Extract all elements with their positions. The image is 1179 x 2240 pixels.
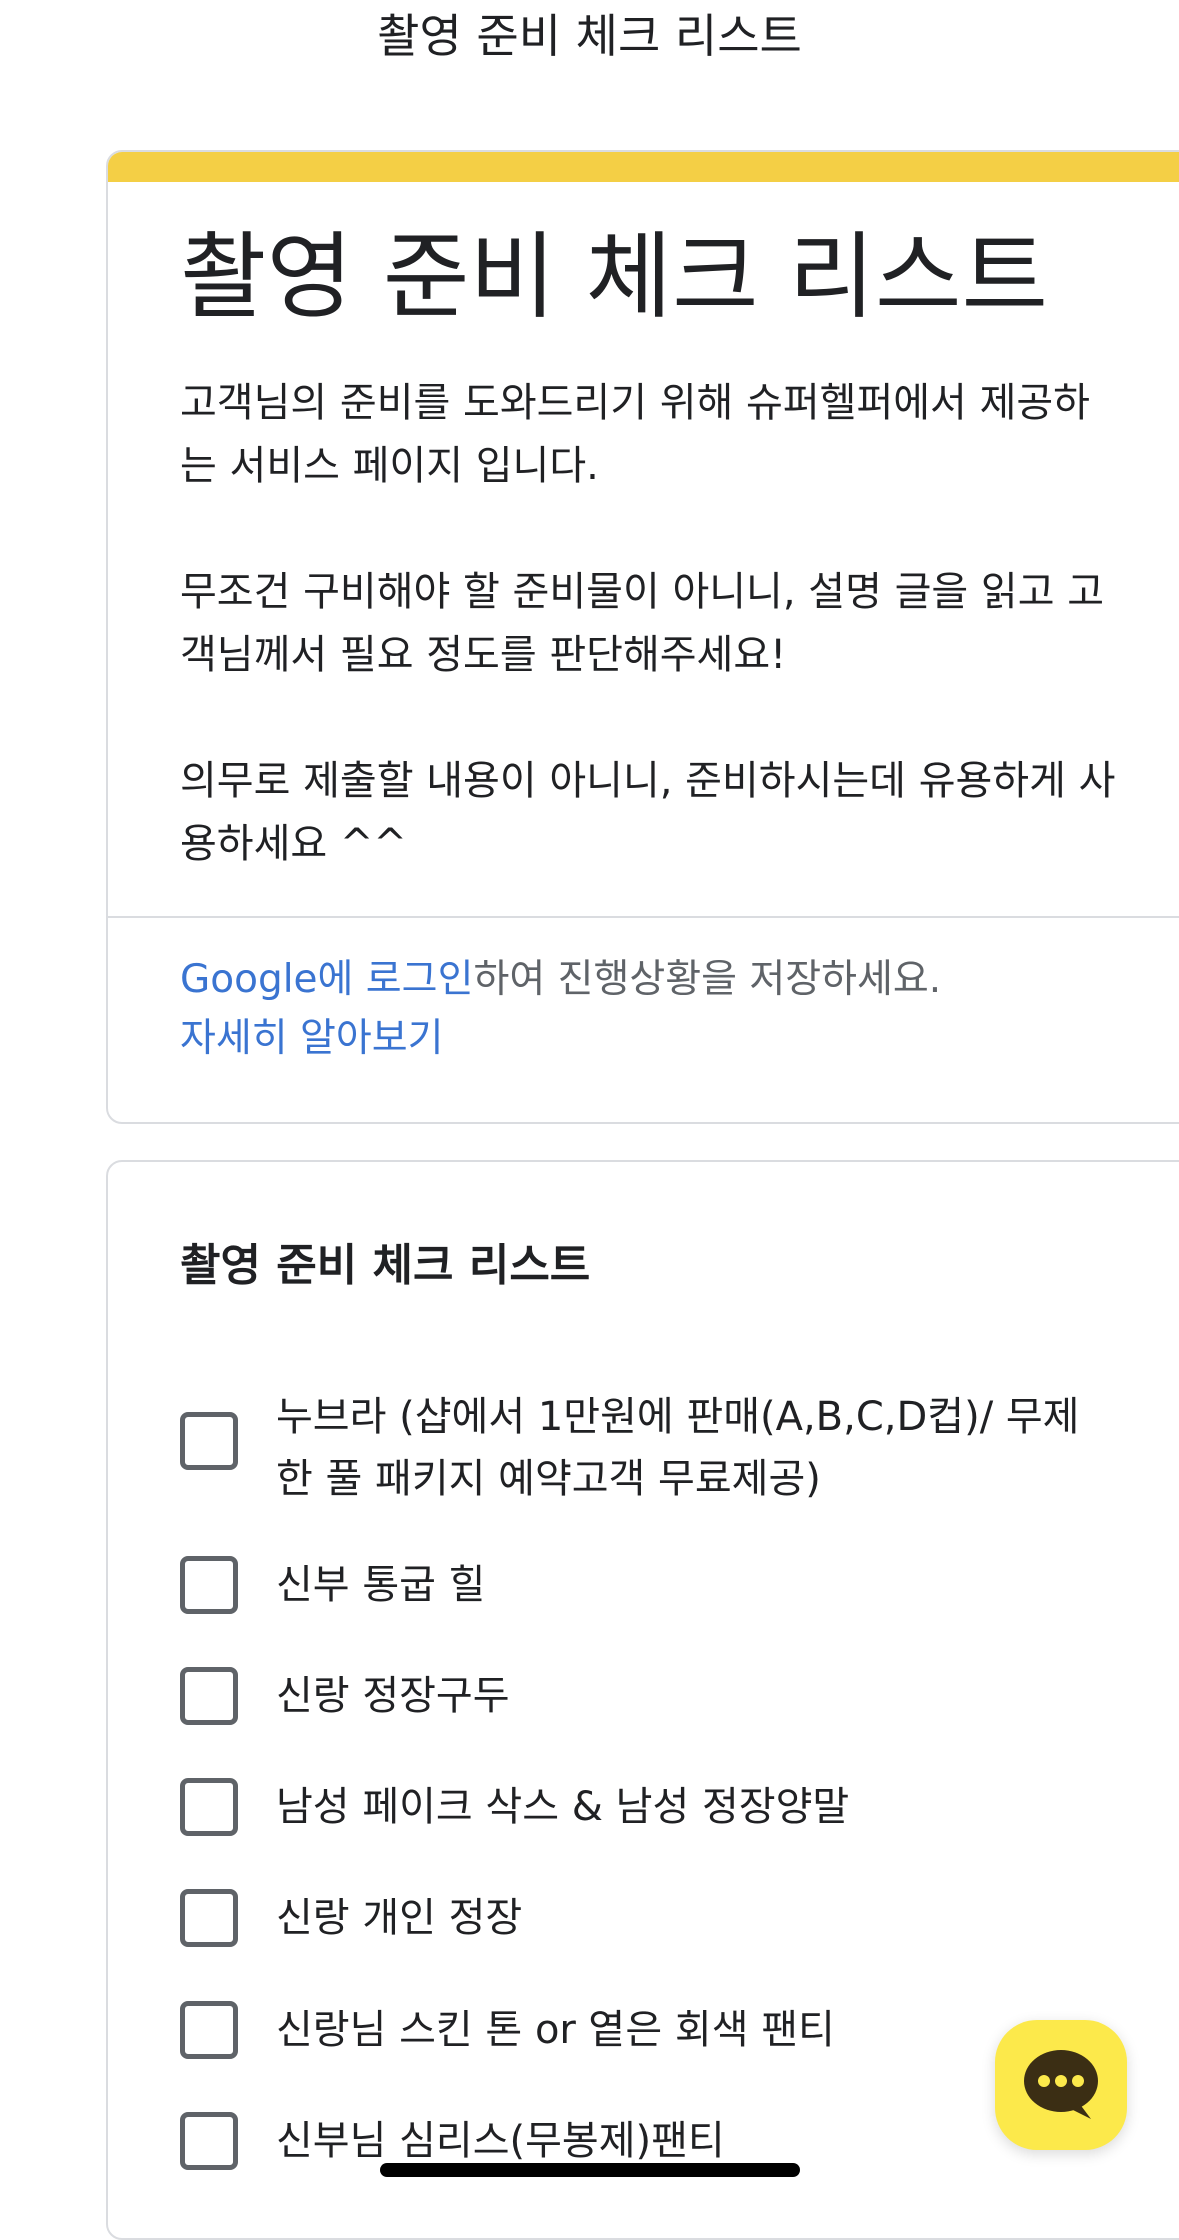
learn-more-link[interactable]: 자세히 알아보기	[180, 1009, 444, 1069]
option-label: 신랑님 스킨 톤 or 옅은 회색 팬티	[276, 2007, 835, 2053]
form-title: 촬영 준비 체크 리스트	[180, 223, 1048, 332]
description-paragraph: 고객님의 준비를 도와드리기 위해 슈퍼헬퍼에서 제공하는 서비스 페이지 입니…	[180, 380, 1090, 489]
option-label: 누브라 (샵에서 1만원에 판매(A,B,C,D컵)/ 무제한 풀 패키지 예약…	[276, 1394, 1080, 1502]
form-description: 고객님의 준비를 도와드리기 위해 슈퍼헬퍼에서 제공하는 서비스 페이지 입니…	[180, 372, 1120, 939]
login-prompt: Google에 로그인하여 진행상황을 저장하세요.	[180, 950, 941, 1010]
option-label: 신랑 정장구두	[276, 1673, 510, 1719]
home-indicator	[380, 2163, 800, 2177]
description-paragraph: 무조건 구비해야 할 준비물이 아니니, 설명 글을 읽고 고객님께서 필요 정…	[180, 569, 1105, 678]
checkbox[interactable]	[180, 2001, 238, 2059]
google-login-link[interactable]: Google에 로그인	[180, 957, 473, 1002]
checkbox[interactable]	[180, 1778, 238, 1836]
description-paragraph: 의무로 제출할 내용이 아니니, 준비하시는데 유용하게 사용하세요 ^^	[180, 758, 1116, 867]
chat-button[interactable]	[995, 2020, 1127, 2150]
checkbox[interactable]	[180, 1667, 238, 1725]
checkbox[interactable]	[180, 1412, 238, 1470]
header-divider	[108, 916, 1179, 918]
option-label: 남성 페이크 삭스 & 남성 정장양말	[276, 1784, 850, 1830]
option-label: 신랑 개인 정장	[276, 1895, 523, 1941]
page-title: 촬영 준비 체크 리스트	[377, 9, 802, 63]
checkbox[interactable]	[180, 1889, 238, 1947]
question-title: 촬영 준비 체크 리스트	[180, 1240, 591, 1291]
option-label: 신부 통굽 힐	[276, 1562, 486, 1608]
chat-bubble-icon	[1024, 2050, 1098, 2119]
checkbox[interactable]	[180, 2112, 238, 2170]
accent-bar	[108, 152, 1179, 182]
checkbox[interactable]	[180, 1556, 238, 1614]
login-prompt-text: 하여 진행상황을 저장하세요.	[473, 957, 942, 1002]
